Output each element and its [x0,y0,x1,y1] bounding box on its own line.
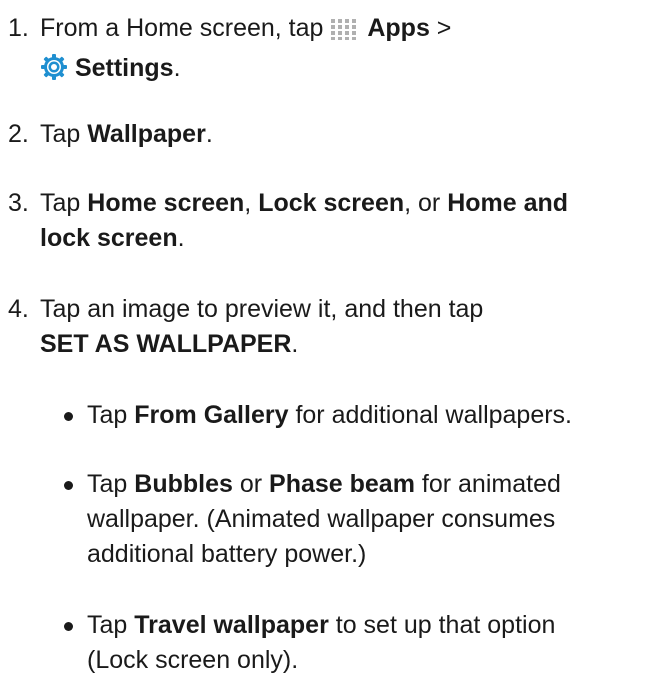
step-number: 4. [8,295,29,323]
bullet-1-text-c: for additional wallpapers. [295,401,573,429]
bullet-text: Tap Bubbles or Phase beam for animated w… [87,467,657,572]
bullet-3-text-c: to set up that option [335,611,556,639]
step-text: Tap Home screen, Lock screen, or Home an… [40,186,650,256]
instructions-document: 1. From a Home screen, tap Apps > Settin… [0,0,657,674]
step-1-period: . [173,54,181,82]
bullet-dot [64,622,73,631]
step-text: Tap Wallpaper. [40,117,650,152]
bullet-3-line-2: (Lock screen only). [87,646,299,674]
bullet-dot [64,481,73,490]
apps-label: Apps [367,14,430,42]
bullet-2-line-3: additional battery power.) [87,540,367,568]
bullet-2-or: or [239,470,263,498]
step-1-line-2: Settings. [40,51,650,91]
step-4-period: . [291,330,299,358]
bullet-1-text-a: Tap [87,401,128,429]
step-1-text-c: > [436,14,452,42]
settings-label: Settings [74,54,174,82]
set-as-wallpaper-label: SET AS WALLPAPER [40,330,292,358]
step-1-text-a: From a Home screen, tap [40,14,324,42]
step-3-period: . [177,224,185,252]
bullet-2-line-1: Tap Bubbles or Phase beam for animated [87,467,657,502]
bullet-3-text-a: Tap [87,611,128,639]
bullet-text: Tap From Gallery for additional wallpape… [87,398,657,433]
settings-gear-icon [40,53,68,91]
home-and-label: Home and [447,189,569,217]
lock-screen-label: Lock screen [258,189,405,217]
step-number: 1. [8,14,29,42]
step-3-or: , or [404,189,441,217]
step-1-line-1: From a Home screen, tap Apps > [40,11,650,51]
step-number: 2. [8,120,29,148]
step-4-line-2: SET AS WALLPAPER. [40,327,650,362]
step-text: Tap an image to preview it, and then tap… [40,292,650,362]
bullet-3-line-1: Tap Travel wallpaper to set up that opti… [87,608,657,643]
step-2-period: . [205,120,213,148]
bullet-dot [64,412,73,421]
home-screen-label: Home screen [87,189,245,217]
travel-wallpaper-label: Travel wallpaper [134,611,329,639]
step-4-line-1: Tap an image to preview it, and then tap [40,295,484,323]
bubbles-label: Bubbles [134,470,233,498]
wallpaper-label: Wallpaper [87,120,206,148]
from-gallery-label: From Gallery [134,401,289,429]
step-3-line-2: lock screen. [40,221,650,256]
bullet-2-line-2: wallpaper. (Animated wallpaper consumes [87,505,556,533]
step-number: 3. [8,189,29,217]
step-text: From a Home screen, tap Apps > Settings. [40,11,650,91]
bullet-text: Tap Travel wallpaper to set up that opti… [87,608,657,678]
bullet-2-text-a: Tap [87,470,128,498]
step-3-text-a: Tap [40,189,81,217]
step-3-line-1: Tap Home screen, Lock screen, or Home an… [40,186,650,221]
phase-beam-label: Phase beam [269,470,415,498]
lock-screen-label-2: lock screen [40,224,178,252]
step-3-comma: , [244,189,252,217]
step-2-text-a: Tap [40,120,81,148]
bullet-2-text-e: for animated [421,470,561,498]
apps-grid-icon [330,16,360,51]
